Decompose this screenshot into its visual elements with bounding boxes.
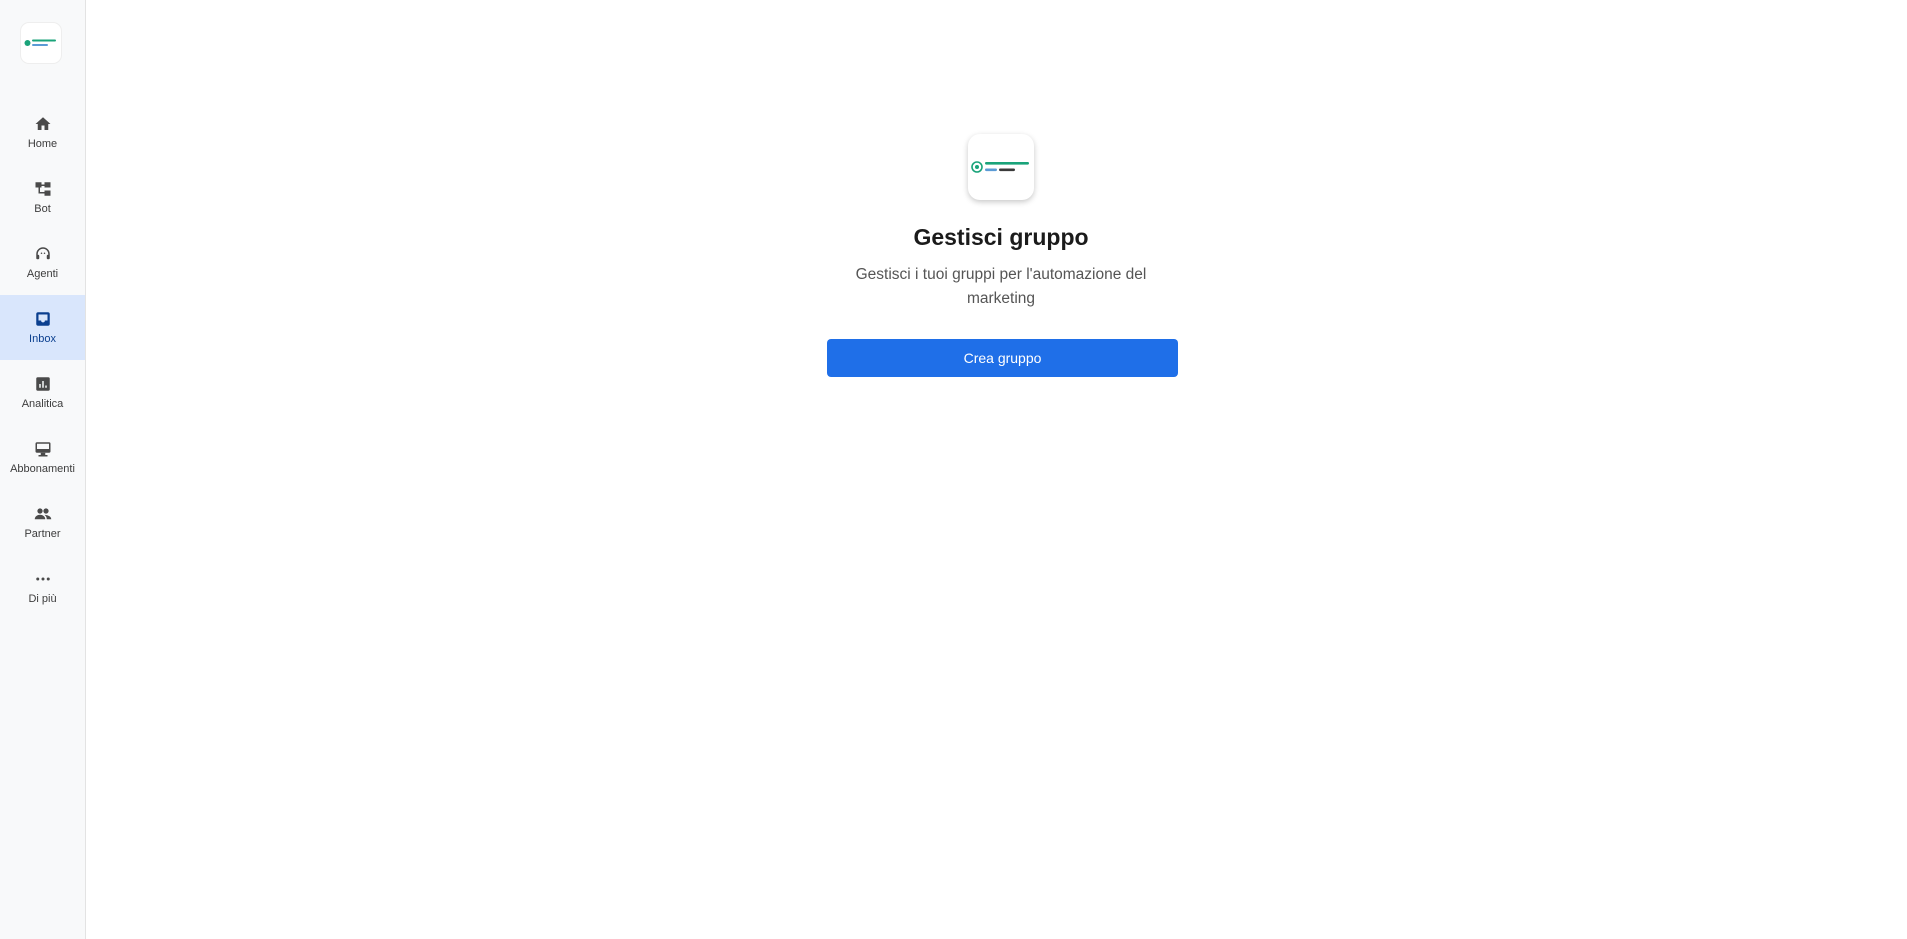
group-logo <box>968 134 1034 200</box>
sidebar-item-label: Di più <box>28 593 57 605</box>
sidebar-item-label: Bot <box>34 203 51 215</box>
sidebar-item-label: Abbonamenti <box>10 463 75 475</box>
more-icon <box>33 569 53 589</box>
create-group-button[interactable]: Crea gruppo <box>827 339 1178 377</box>
logo-icon <box>971 161 1029 173</box>
sidebar-item-label: Partner <box>24 528 61 540</box>
sidebar-item-home[interactable]: Home <box>0 100 85 165</box>
sidebar: Home Bot Agenti Inbox Analitica Abboname… <box>0 0 86 939</box>
sidebar-item-di-piu[interactable]: Di più <box>0 555 85 620</box>
page-title: Gestisci gruppo <box>913 224 1089 250</box>
sidebar-item-analitica[interactable]: Analitica <box>0 360 85 425</box>
brand-logo[interactable] <box>21 23 61 63</box>
sidebar-item-agenti[interactable]: Agenti <box>0 230 85 295</box>
subscriptions-icon <box>33 439 53 459</box>
flow-icon <box>33 179 53 199</box>
inbox-icon <box>33 309 53 329</box>
main-content: Gestisci gruppo Gestisci i tuoi gruppi p… <box>86 0 1907 939</box>
sidebar-item-partner[interactable]: Partner <box>0 490 85 555</box>
sidebar-item-label: Inbox <box>29 333 56 345</box>
sidebar-item-label: Home <box>27 138 58 150</box>
sidebar-item-label: Analitica <box>21 398 64 410</box>
page-subtitle: Gestisci i tuoi gruppi per l'automazione… <box>855 266 1147 307</box>
app-window: Home Bot Agenti Inbox Analitica Abboname… <box>0 0 1907 939</box>
analytics-icon <box>33 374 53 394</box>
home-icon <box>33 114 53 134</box>
headset-icon <box>33 244 53 264</box>
sidebar-item-abbonamenti[interactable]: Abbonamenti <box>0 425 85 490</box>
sidebar-nav: Home Bot Agenti Inbox Analitica Abboname… <box>0 100 85 620</box>
sidebar-item-bot[interactable]: Bot <box>0 165 85 230</box>
people-icon <box>33 504 53 524</box>
logo-icon <box>24 39 56 46</box>
sidebar-item-label: Agenti <box>26 268 59 280</box>
sidebar-item-inbox[interactable]: Inbox <box>0 295 85 360</box>
